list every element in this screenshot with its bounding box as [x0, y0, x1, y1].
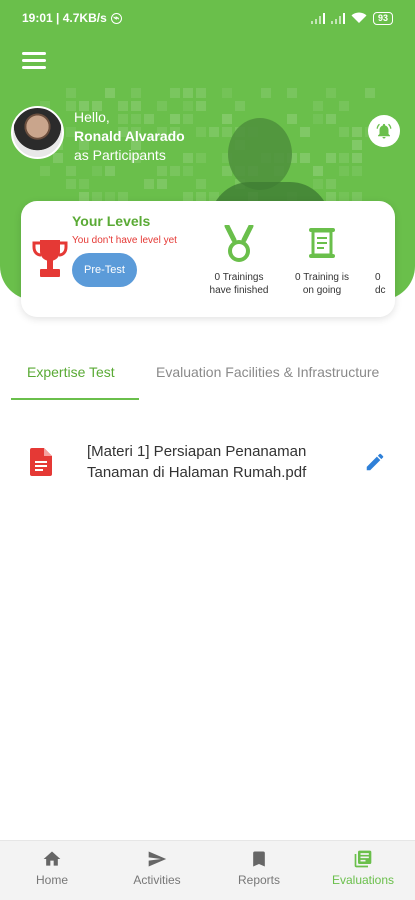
bottom-navigation: Home Activities Reports Evaluations — [0, 840, 415, 900]
nav-activities[interactable]: Activities — [112, 849, 202, 887]
file-name: [Materi 1] Persiapan Penanaman Tanaman d… — [87, 443, 307, 481]
stat-third: 0 dc — [375, 272, 386, 296]
greeting-hello: Hello, — [74, 109, 110, 125]
levels-title: Your Levels — [72, 213, 151, 229]
user-role: as Participants — [74, 147, 166, 163]
trophy-icon — [32, 240, 68, 277]
nav-home[interactable]: Home — [7, 849, 97, 887]
network-speed: 4.7KB/s — [62, 11, 107, 25]
hamburger-menu-icon[interactable] — [22, 52, 46, 70]
tab-evaluation-facilities[interactable]: Evaluation Facilities & Infrastructure — [156, 364, 379, 380]
stat-training-ongoing: 0 Training is on going — [282, 225, 362, 297]
list-item[interactable]: [Materi 1] Persiapan Penanaman Tanaman d… — [0, 436, 415, 488]
levels-card: Your Levels You don't have level yet Pre… — [21, 201, 395, 317]
medal-icon — [224, 225, 254, 262]
status-bar: 19:01 | 4.7KB/s ⌁ 93 — [0, 0, 415, 36]
status-time: 19:01 — [22, 11, 53, 25]
bookmark-icon — [253, 851, 265, 867]
signal-icon — [310, 12, 325, 24]
document-list-icon — [354, 850, 372, 868]
edit-pencil-icon[interactable] — [364, 451, 386, 473]
user-greeting: Hello, Ronald Alvarado as Participants — [74, 108, 185, 165]
nav-evaluations[interactable]: Evaluations — [318, 849, 408, 887]
pdf-file-icon — [30, 448, 52, 476]
tab-bar: Expertise Test Evaluation Facilities & I… — [0, 350, 415, 400]
scroll-icon — [309, 228, 335, 258]
wifi-icon — [351, 12, 367, 23]
tab-expertise-test[interactable]: Expertise Test — [27, 364, 115, 380]
stat-trainings-finished: 0 Trainings have finished — [199, 225, 279, 297]
home-icon — [43, 851, 61, 866]
battery-icon: 93 — [372, 11, 393, 25]
pretest-button[interactable]: Pre-Test — [72, 253, 137, 287]
active-tab-indicator — [11, 398, 139, 400]
nav-reports[interactable]: Reports — [214, 849, 304, 887]
signal-icon — [330, 12, 345, 24]
notification-button[interactable] — [368, 115, 400, 147]
paper-plane-icon — [148, 851, 167, 867]
user-name: Ronald Alvarado — [74, 128, 185, 144]
levels-subtitle: You don't have level yet — [72, 235, 177, 246]
data-saver-icon: ⌁ — [110, 12, 122, 24]
bell-icon — [376, 123, 392, 139]
avatar[interactable] — [11, 106, 64, 159]
